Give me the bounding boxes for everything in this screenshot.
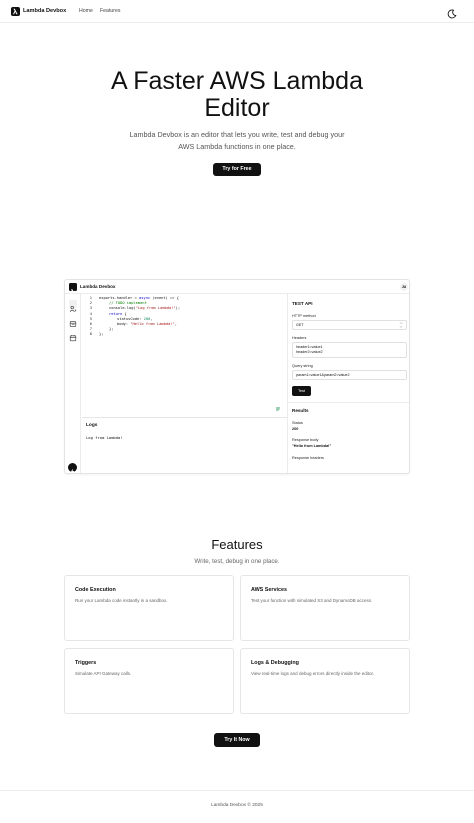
dark-mode-toggle-icon[interactable]: [447, 6, 457, 19]
lambda-logo-icon[interactable]: [11, 7, 20, 16]
hero-subtitle: Lambda Devbox is an editor that lets you…: [129, 130, 345, 151]
response-body-value: "Hello from Lambda!": [292, 444, 332, 448]
test-api-title: TEST API: [292, 301, 313, 306]
try-for-free-button[interactable]: Try for Free: [213, 163, 261, 176]
user-code-icon[interactable]: [69, 300, 77, 312]
footer-copyright: Lambda Devbox © 2025: [211, 803, 263, 808]
try-it-now-button[interactable]: Try It Now: [214, 733, 260, 747]
headers-label: Headers: [292, 336, 307, 340]
feature-card-desc: Test your function with simulated S3 and…: [251, 598, 373, 603]
feature-card-logs-debugging: Logs & Debugging View real-time logs and…: [240, 648, 410, 714]
feature-card-desc: Simulate API Gateway calls.: [75, 671, 132, 676]
avatar[interactable]: JU: [400, 283, 408, 291]
http-method-label: HTTP method: [292, 314, 316, 318]
logs-panel: Logs Log from Lambda!: [82, 417, 287, 473]
hero-title: A Faster AWS Lambda Editor: [111, 67, 363, 122]
lambda-logo-icon: [69, 283, 77, 295]
feature-card-title: Triggers: [75, 660, 97, 666]
query-string-input[interactable]: param1=value1&param2=value2: [292, 370, 407, 380]
top-nav: Lambda Devbox Home Features: [0, 0, 474, 23]
feature-card-aws-services: AWS Services Test your function with sim…: [240, 575, 410, 641]
test-api-panel: TEST API HTTP method GET Headers header1…: [287, 294, 409, 473]
editor-preview: Lambda Devbox JU 1 2 3 4 5 6 7 8 exports…: [64, 279, 410, 474]
logs-title: Logs: [86, 423, 98, 428]
side-rail: [65, 294, 81, 473]
feature-card-title: Logs & Debugging: [251, 660, 299, 666]
chevron-down-icon: [399, 322, 403, 330]
code-line: body: "Hello from Lambda!",: [117, 322, 177, 326]
test-button[interactable]: Test: [292, 386, 311, 396]
app-header: Lambda Devbox JU: [65, 280, 409, 295]
code-editor[interactable]: 1 2 3 4 5 6 7 8 exports.handler = async …: [82, 295, 287, 417]
features-subtitle: Write, test, debug in one place.: [194, 558, 280, 565]
code-line: };: [109, 327, 114, 332]
status-value: 200: [292, 427, 299, 431]
app-brand: Lambda Devbox: [80, 284, 116, 289]
results-title: Results: [292, 408, 309, 413]
divider: [288, 402, 409, 403]
calendar-icon[interactable]: [69, 329, 77, 342]
feature-card-desc: View real-time logs and debug errors dir…: [251, 671, 374, 676]
nav-link-home[interactable]: Home: [79, 7, 93, 16]
features-title: Features: [211, 537, 263, 552]
footer: Lambda Devbox © 2025: [0, 790, 474, 823]
feature-card-desc: Run your Lambda code instantly in a sand…: [75, 598, 168, 603]
feature-card-title: Code Execution: [75, 587, 116, 593]
database-icon[interactable]: [69, 315, 77, 327]
logs-output: Log from Lambda!: [86, 435, 123, 440]
response-body-label: Response body: [292, 438, 319, 442]
nav-link-features[interactable]: Features: [100, 7, 120, 16]
run-status-icon: [275, 406, 281, 412]
headers-textarea[interactable]: header1=value1 header2=value2: [292, 342, 407, 358]
feature-card-code-execution: Code Execution Run your Lambda code inst…: [64, 575, 234, 641]
feature-card-triggers: Triggers Simulate API Gateway calls.: [64, 648, 234, 714]
http-method-select[interactable]: GET: [292, 320, 407, 330]
lightning-icon[interactable]: [68, 463, 77, 473]
feature-card-title: AWS Services: [251, 587, 287, 593]
status-label: Status: [292, 421, 303, 425]
code-line: };: [99, 332, 104, 337]
line-number: 8: [89, 332, 92, 337]
query-string-label: Query string: [292, 364, 313, 368]
brand-name[interactable]: Lambda Devbox: [23, 7, 66, 16]
response-headers-label: Response headers: [292, 456, 324, 460]
